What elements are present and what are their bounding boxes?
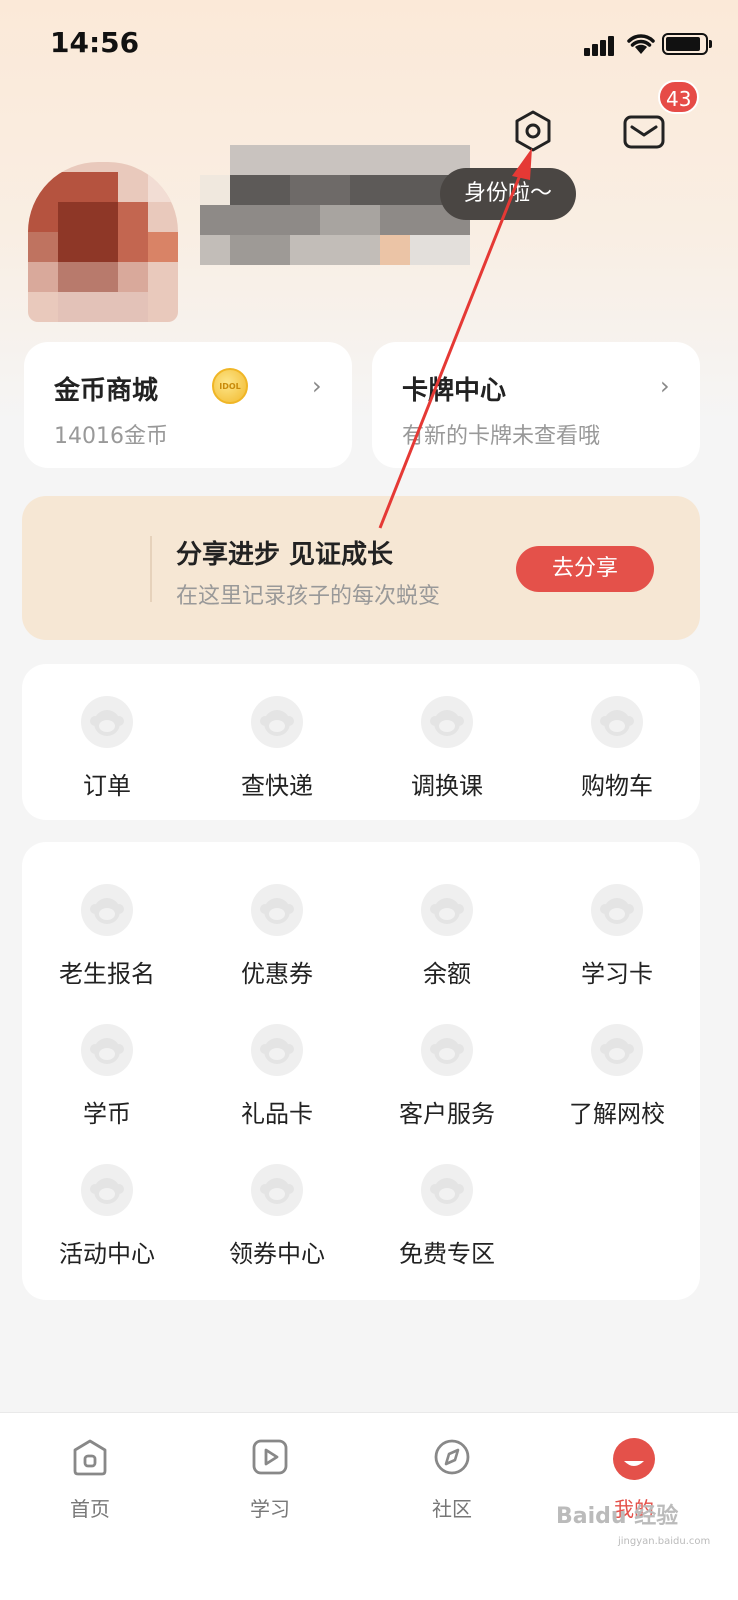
placeholder-monkey-icon <box>81 1164 133 1216</box>
service-label: 活动中心 <box>59 1240 155 1268</box>
service-label: 学习卡 <box>581 960 653 988</box>
service-item[interactable]: 学币 <box>22 1024 192 1129</box>
play-icon <box>252 1439 288 1475</box>
service-label: 礼品卡 <box>241 1100 313 1128</box>
service-item[interactable]: 余额 <box>362 884 532 989</box>
card-center-title: 卡牌中心 <box>402 376 507 406</box>
quick-action-item[interactable]: 订单 <box>22 696 192 801</box>
placeholder-monkey-icon <box>591 696 643 748</box>
placeholder-monkey-icon <box>591 1024 643 1076</box>
service-label: 优惠券 <box>241 960 313 988</box>
service-label: 领券中心 <box>229 1240 325 1268</box>
placeholder-monkey-icon <box>421 1024 473 1076</box>
service-item[interactable]: 活动中心 <box>22 1164 192 1269</box>
service-label: 了解网校 <box>569 1100 665 1128</box>
baidu-watermark-url: jingyan.baidu.com <box>618 1536 711 1547</box>
quick-action-label: 订单 <box>83 772 131 800</box>
placeholder-monkey-icon <box>251 1024 303 1076</box>
placeholder-monkey-icon <box>251 696 303 748</box>
baidu-watermark: Baidu 经验 <box>556 1504 679 1529</box>
placeholder-monkey-icon <box>421 696 473 748</box>
coin-balance: 14016金币 <box>54 424 168 449</box>
placeholder-monkey-icon <box>81 1024 133 1076</box>
status-time: 14:56 <box>50 26 140 59</box>
share-subtitle: 在这里记录孩子的每次蜕变 <box>176 584 441 609</box>
service-label: 学币 <box>83 1100 131 1128</box>
mail-icon <box>623 115 665 149</box>
share-button[interactable]: 去分享 <box>516 546 654 592</box>
settings-hex-icon <box>515 110 551 152</box>
service-item[interactable]: 领券中心 <box>192 1164 362 1269</box>
service-label: 免费专区 <box>399 1240 495 1268</box>
signal-icon <box>584 34 618 56</box>
placeholder-monkey-icon <box>251 884 303 936</box>
placeholder-monkey-icon <box>251 1164 303 1216</box>
settings-button[interactable] <box>510 108 556 154</box>
avatar[interactable] <box>28 162 178 322</box>
gold-coin-icon: IDOL <box>212 368 248 404</box>
battery-icon <box>662 33 712 55</box>
share-title: 分享进步 见证成长 <box>176 540 394 570</box>
status-bar: 14:56 <box>0 0 738 90</box>
placeholder-monkey-icon <box>421 1164 473 1216</box>
placeholder-monkey-icon <box>81 696 133 748</box>
service-item[interactable]: 客户服务 <box>362 1024 532 1129</box>
share-divider <box>150 536 152 602</box>
mine-face-icon <box>613 1438 655 1480</box>
chevron-right-icon: › <box>312 372 322 400</box>
service-label: 老生报名 <box>59 960 155 988</box>
coin-icon-label: IDOL <box>219 381 241 391</box>
compass-icon <box>434 1439 470 1475</box>
service-item[interactable]: 学习卡 <box>532 884 702 989</box>
card-center-subtitle: 有新的卡牌未查看哦 <box>402 424 601 449</box>
placeholder-monkey-icon <box>591 884 643 936</box>
quick-action-item[interactable]: 查快递 <box>192 696 362 801</box>
service-item[interactable]: 老生报名 <box>22 884 192 989</box>
home-icon <box>73 1439 107 1476</box>
wifi-icon <box>627 34 655 54</box>
message-count-badge: 43 <box>658 80 700 114</box>
card-center-card[interactable]: 卡牌中心 有新的卡牌未查看哦 › <box>372 342 700 468</box>
quick-action-label: 购物车 <box>581 772 653 800</box>
quick-action-item[interactable]: 调换课 <box>362 696 532 801</box>
tab-label: 学习 <box>250 1497 290 1521</box>
messages-button[interactable] <box>620 110 668 154</box>
coin-mall-card[interactable]: 金币商城 IDOL 14016金币 › <box>24 342 352 468</box>
tab-label: 社区 <box>432 1497 472 1521</box>
placeholder-monkey-icon <box>81 884 133 936</box>
service-item[interactable]: 礼品卡 <box>192 1024 362 1129</box>
placeholder-monkey-icon <box>421 884 473 936</box>
tab-home[interactable]: 首页 <box>30 1437 150 1522</box>
coin-mall-title: 金币商城 <box>54 376 159 406</box>
tab-study[interactable]: 学习 <box>210 1437 330 1522</box>
service-item[interactable]: 了解网校 <box>532 1024 702 1129</box>
service-item[interactable]: 免费专区 <box>362 1164 532 1269</box>
identity-tip[interactable]: 身份啦～ <box>440 168 577 220</box>
service-label: 客户服务 <box>399 1100 495 1128</box>
service-label: 余额 <box>423 960 471 988</box>
service-item[interactable]: 优惠券 <box>192 884 362 989</box>
quick-action-label: 调换课 <box>411 772 483 800</box>
chevron-right-icon: › <box>660 372 670 400</box>
tab-community[interactable]: 社区 <box>392 1437 512 1522</box>
quick-action-label: 查快递 <box>241 772 313 800</box>
tab-label: 首页 <box>70 1497 110 1521</box>
quick-action-item[interactable]: 购物车 <box>532 696 702 801</box>
